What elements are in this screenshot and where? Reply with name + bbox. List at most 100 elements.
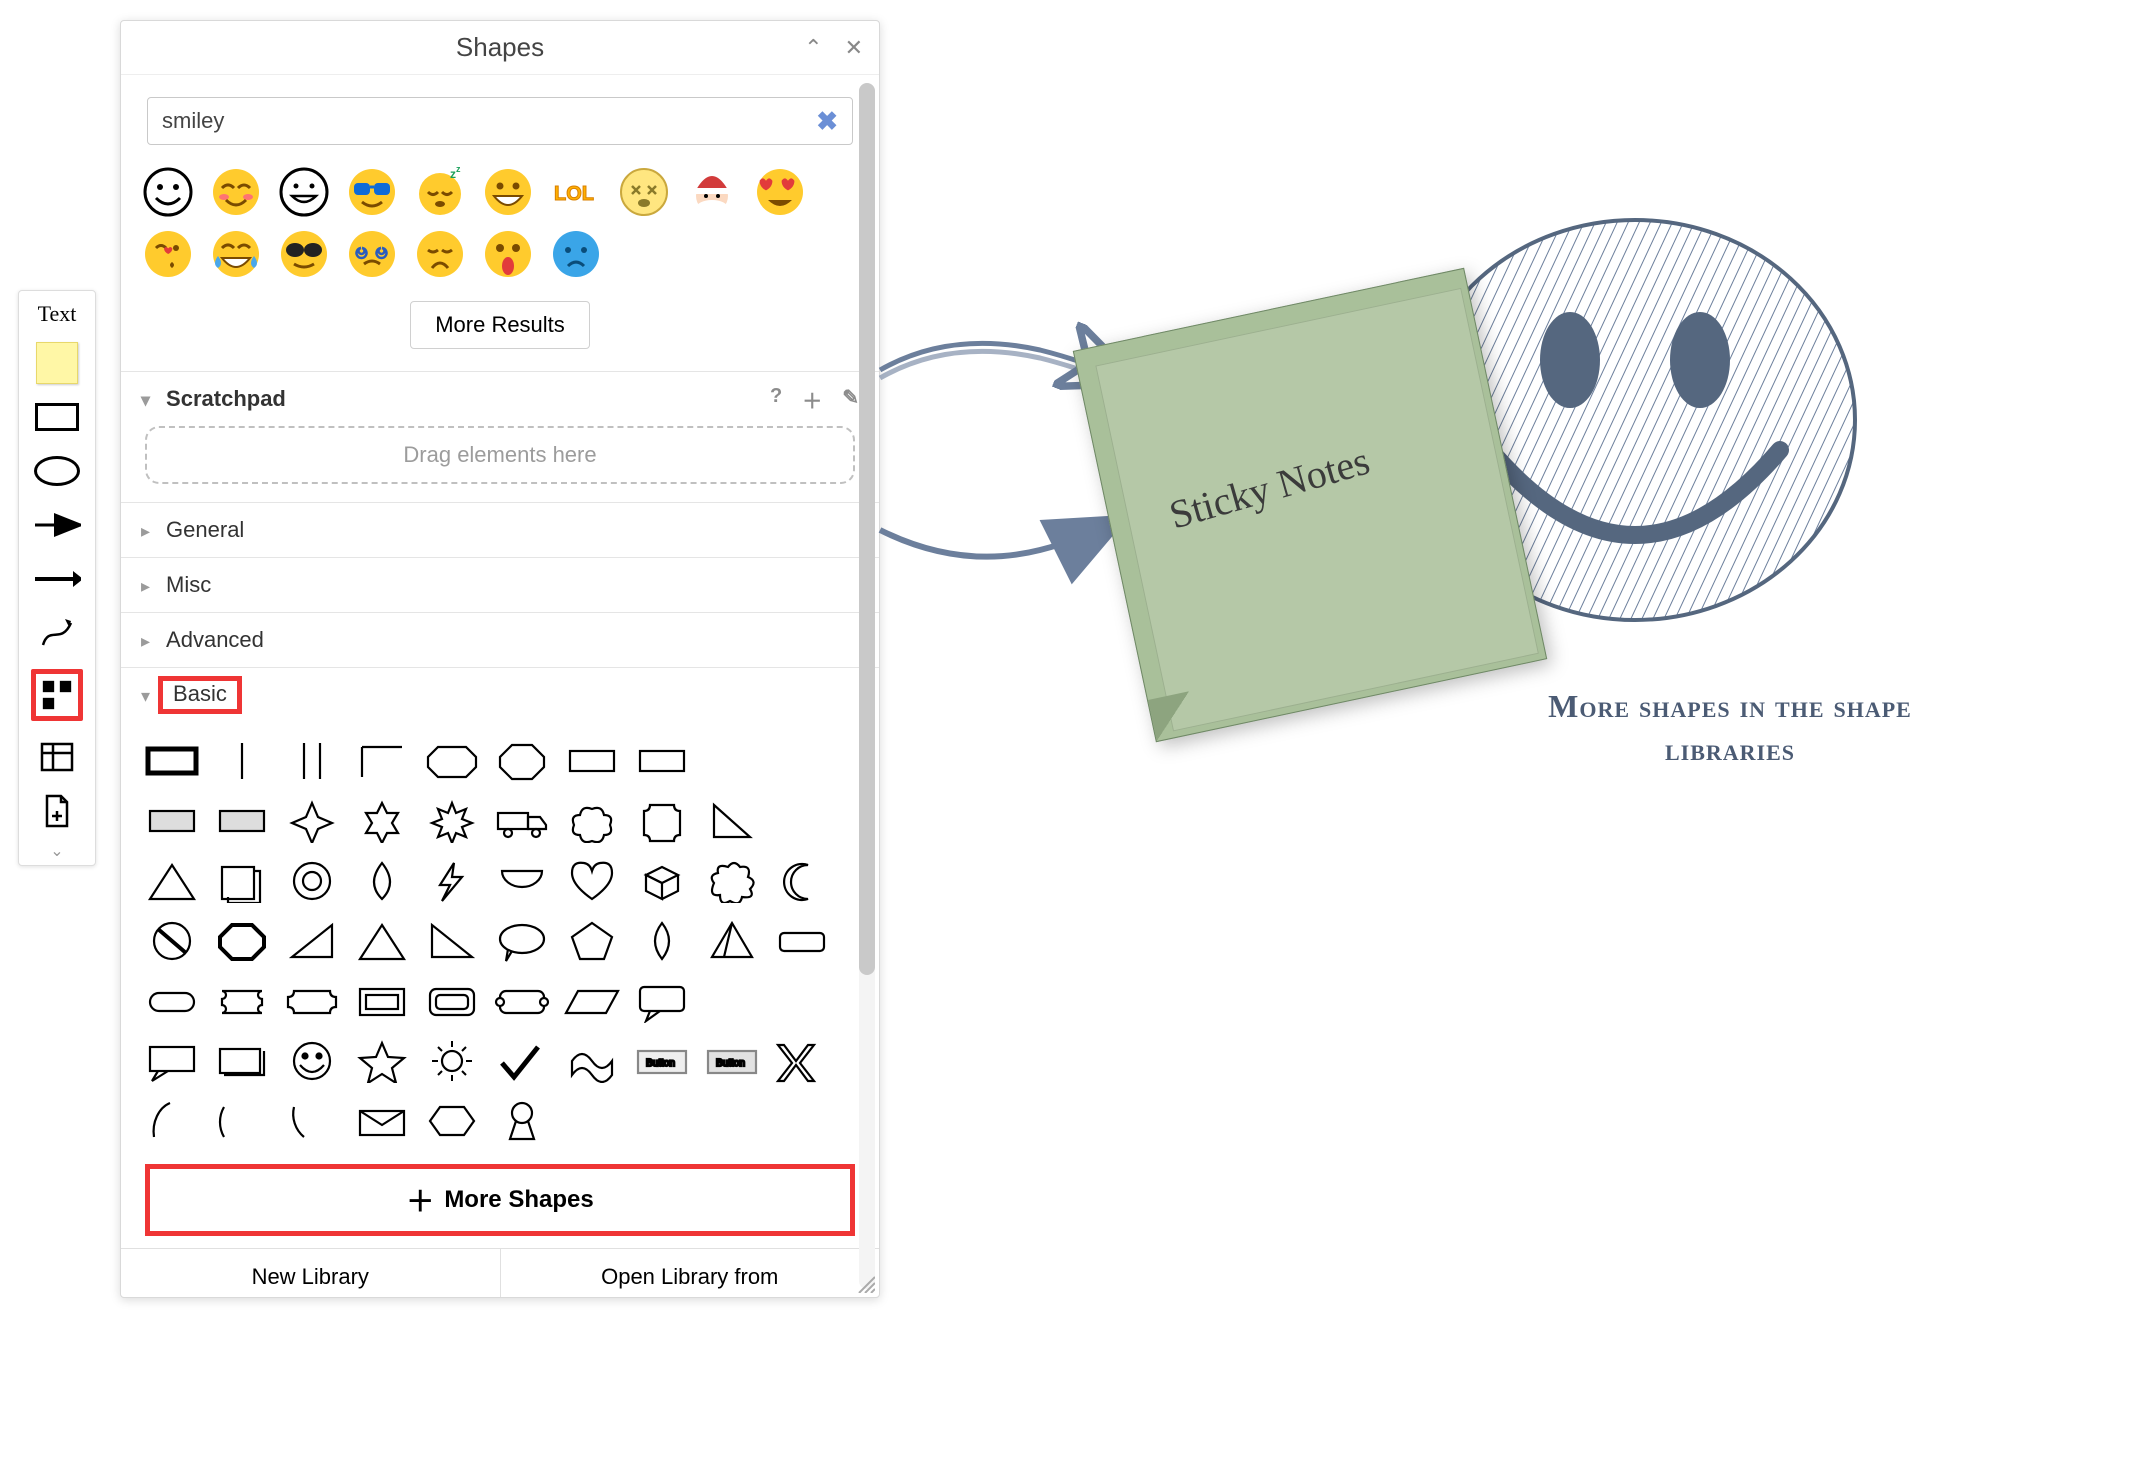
text-tool-label[interactable]: Text	[38, 301, 77, 327]
emoji-lol-text[interactable]: LOL	[547, 163, 605, 221]
shape-speech-oval[interactable]	[493, 918, 551, 964]
clear-search-icon[interactable]: ✖	[816, 106, 838, 137]
table-tool[interactable]	[33, 739, 81, 775]
line-tool[interactable]	[33, 507, 81, 543]
section-basic[interactable]: Basic	[121, 668, 879, 722]
shape-envelope[interactable]	[353, 1098, 411, 1144]
scrollbar[interactable]	[859, 83, 875, 1289]
collapse-icon[interactable]: ⌃	[804, 35, 822, 61]
emoji-sleepy[interactable]: zz	[411, 163, 469, 221]
rectangle-tool[interactable]	[33, 399, 81, 435]
shape-triangle[interactable]	[143, 858, 201, 904]
shape-lens[interactable]	[633, 918, 691, 964]
shape-double-vertical[interactable]	[283, 738, 341, 784]
section-advanced[interactable]: Advanced	[121, 613, 879, 667]
shape-bowl[interactable]	[493, 858, 551, 904]
more-shapes-button[interactable]: ＋ More Shapes	[145, 1164, 855, 1236]
shape-rect-grey[interactable]	[143, 798, 201, 844]
emoji-kiss-heart[interactable]	[139, 225, 197, 283]
emoji-scream[interactable]	[479, 225, 537, 283]
shape-button2[interactable]: Button	[703, 1038, 761, 1084]
shape-rect1[interactable]	[563, 738, 621, 784]
shape-truck[interactable]	[493, 798, 551, 844]
more-results-button[interactable]: More Results	[410, 301, 590, 349]
resize-grip[interactable]	[855, 1273, 875, 1293]
shape-sun[interactable]	[423, 1038, 481, 1084]
emoji-dizzy[interactable]	[615, 163, 673, 221]
shape-rect-thick[interactable]	[143, 738, 201, 784]
new-library-button[interactable]: New Library	[121, 1249, 501, 1297]
shape-octagon-trim[interactable]	[423, 738, 481, 784]
shape-octagon[interactable]	[493, 738, 551, 784]
emoji-smile-outline[interactable]	[139, 163, 197, 221]
scratchpad-edit-icon[interactable]: ✎	[842, 385, 859, 414]
shape-moon[interactable]	[773, 858, 831, 904]
arrow-tool[interactable]	[33, 561, 81, 597]
section-misc[interactable]: Misc	[121, 558, 879, 612]
shape-arc1[interactable]	[143, 1098, 201, 1144]
section-general[interactable]: General	[121, 503, 879, 557]
shape-cloud-burst[interactable]	[563, 798, 621, 844]
shape-triangle-right[interactable]	[703, 798, 761, 844]
shape-star6[interactable]	[353, 798, 411, 844]
emoji-sad[interactable]	[411, 225, 469, 283]
shape-star8[interactable]	[423, 798, 481, 844]
shape-arc3[interactable]	[283, 1098, 341, 1144]
new-page-tool[interactable]	[33, 793, 81, 829]
emoji-grin-outline[interactable]	[275, 163, 333, 221]
shape-hex[interactable]	[423, 1098, 481, 1144]
shape-ticket[interactable]	[213, 978, 271, 1024]
open-library-button[interactable]: Open Library from	[501, 1249, 880, 1297]
shape-rect2[interactable]	[633, 738, 691, 784]
shape-check[interactable]	[493, 1038, 551, 1084]
shape-splat[interactable]	[703, 858, 761, 904]
sticky-note-tool[interactable]	[33, 345, 81, 381]
shape-right-triangle[interactable]	[283, 918, 341, 964]
shape-rect-grey2[interactable]	[213, 798, 271, 844]
emoji-grin-wide[interactable]	[479, 163, 537, 221]
emoji-sunglasses[interactable]	[275, 225, 333, 283]
ellipse-tool[interactable]	[33, 453, 81, 489]
emoji-heart-eyes[interactable]	[751, 163, 809, 221]
shape-cube[interactable]	[633, 858, 691, 904]
scratchpad-header[interactable]: Scratchpad ? ＋ ✎	[121, 372, 879, 426]
shape-callout[interactable]	[633, 978, 691, 1024]
shape-callout2[interactable]	[143, 1038, 201, 1084]
shape-star5[interactable]	[353, 1038, 411, 1084]
scratchpad-dropzone[interactable]: Drag elements here	[145, 426, 855, 484]
shape-keyhole[interactable]	[493, 1098, 551, 1144]
shape-star4[interactable]	[283, 798, 341, 844]
scratchpad-add-icon[interactable]: ＋	[802, 385, 822, 414]
shape-pill-round[interactable]	[143, 978, 201, 1024]
scratchpad-help-icon[interactable]: ?	[770, 385, 782, 414]
shape-ticket2[interactable]	[283, 978, 341, 1024]
shape-corner[interactable]	[353, 738, 411, 784]
shape-plaque[interactable]	[633, 798, 691, 844]
shape-x[interactable]	[773, 1038, 831, 1084]
shape-parallelogram[interactable]	[563, 978, 621, 1024]
shape-heart[interactable]	[563, 858, 621, 904]
emoji-spiral-eyes[interactable]	[343, 225, 401, 283]
emoji-santa[interactable]	[683, 163, 741, 221]
shape-frame-inset[interactable]	[423, 978, 481, 1024]
shape-no[interactable]	[143, 918, 201, 964]
shape-octagon-thick[interactable]	[213, 918, 271, 964]
shape-frame[interactable]	[353, 978, 411, 1024]
search-input[interactable]: smiley ✖	[147, 97, 853, 145]
shape-triangle2[interactable]	[353, 918, 411, 964]
shapes-tool[interactable]	[31, 669, 83, 721]
freehand-tool[interactable]	[33, 615, 81, 651]
shape-flag[interactable]	[563, 1038, 621, 1084]
emoji-joy-tears[interactable]	[207, 225, 265, 283]
shape-arc2[interactable]	[213, 1098, 271, 1144]
shape-pentagon[interactable]	[563, 918, 621, 964]
shape-right-triangle2[interactable]	[423, 918, 481, 964]
shape-ring[interactable]	[283, 858, 341, 904]
shape-pill[interactable]	[773, 918, 831, 964]
emoji-cold[interactable]	[547, 225, 605, 283]
shape-rect-shadow[interactable]	[213, 1038, 271, 1084]
shape-square-shadow[interactable]	[213, 858, 271, 904]
shape-smiley[interactable]	[283, 1038, 341, 1084]
emoji-sunglasses-blue[interactable]	[343, 163, 401, 221]
emoji-blush[interactable]	[207, 163, 265, 221]
